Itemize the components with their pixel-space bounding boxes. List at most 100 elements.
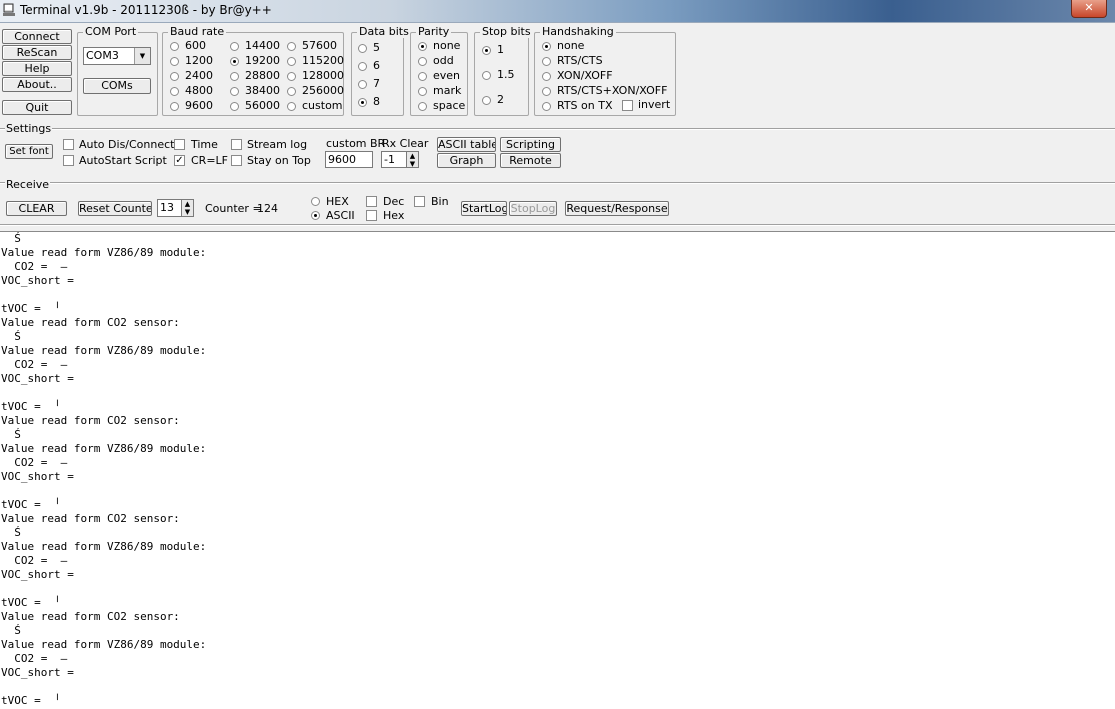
terminal-line: Value read form VZ86/89 module: [1, 442, 207, 455]
set-font-button[interactable]: Set font [5, 144, 53, 159]
baud-rate-radio-9600[interactable] [170, 102, 179, 111]
baud-rate-label-38400: 38400 [245, 84, 280, 97]
hex-radio[interactable] [311, 197, 320, 206]
baud-rate-label-2400: 2400 [185, 69, 213, 82]
terminal-line: VOC_short = [1, 372, 74, 385]
data-bits-label-8: 8 [373, 95, 380, 108]
parity-radio-mark[interactable] [418, 87, 427, 96]
baud-rate-radio-1200[interactable] [170, 57, 179, 66]
com-port-select[interactable]: COM3 ▼ [83, 47, 151, 65]
handshaking-radio-xon-xoff[interactable] [542, 72, 551, 81]
terminal-line: VOC_short = [1, 568, 74, 581]
stream-log-checkbox[interactable] [231, 139, 242, 150]
counter-spinner[interactable]: ▲ ▼ [181, 199, 194, 217]
baud-rate-radio-2400[interactable] [170, 72, 179, 81]
baud-rate-radio-38400[interactable] [230, 87, 239, 96]
baud-rate-radio-14400[interactable] [230, 42, 239, 51]
baud-rate-radio-4800[interactable] [170, 87, 179, 96]
ascii-table-button[interactable]: ASCII table [437, 137, 496, 152]
parity-radio-space[interactable] [418, 102, 427, 111]
spin-down-icon[interactable]: ▼ [182, 208, 193, 216]
stop-bits-radio-1[interactable] [482, 46, 491, 55]
spin-down-icon[interactable]: ▼ [407, 160, 418, 168]
request-response-button[interactable]: Request/Response [565, 201, 669, 216]
handshaking-radio-rts-cts-xon-xoff[interactable] [542, 87, 551, 96]
start-log-button[interactable]: StartLog [461, 201, 507, 216]
stay-on-top-checkbox[interactable] [231, 155, 242, 166]
time-checkbox[interactable] [174, 139, 185, 150]
baud-rate-radio-custom[interactable] [287, 102, 296, 111]
baud-rate-title: Baud rate [168, 25, 227, 38]
parity-radio-none[interactable] [418, 42, 427, 51]
receive-bottom-divider [0, 224, 1115, 226]
parity-label-space: space [433, 99, 466, 112]
title-bar[interactable]: Terminal v1.9b - 20111230ß - by Br@y++ ✕ [0, 0, 1115, 23]
rescan-button[interactable]: ReScan [2, 45, 72, 60]
stop-bits-radio-1-5[interactable] [482, 71, 491, 80]
handshaking-radio-rts-on-tx[interactable] [542, 102, 551, 111]
remote-button[interactable]: Remote [500, 153, 561, 168]
parity-label-none: none [433, 39, 461, 52]
chevron-down-icon[interactable]: ▼ [134, 48, 150, 64]
stop-bits-radio-2[interactable] [482, 96, 491, 105]
autostart-script-checkbox[interactable] [63, 155, 74, 166]
coms-button[interactable]: COMs [83, 78, 151, 94]
settings-divider [0, 128, 1115, 130]
baud-rate-radio-600[interactable] [170, 42, 179, 51]
scripting-button[interactable]: Scripting [500, 137, 561, 152]
handshaking-label-rts-on-tx: RTS on TX [557, 99, 613, 112]
hex-checkbox[interactable] [366, 210, 377, 221]
custom-br-input[interactable]: 9600 [325, 151, 373, 168]
terminal-line: Ś [1, 526, 21, 539]
dec-checkbox[interactable] [366, 196, 377, 207]
quit-button[interactable]: Quit [2, 100, 72, 115]
baud-rate-radio-57600[interactable] [287, 42, 296, 51]
rx-clear-spinner[interactable]: ▲ ▼ [406, 151, 419, 168]
parity-radio-odd[interactable] [418, 57, 427, 66]
data-bits-title: Data bits [357, 25, 411, 38]
parity-group: Parity none odd even mark space [410, 25, 468, 116]
clear-button[interactable]: CLEAR [6, 201, 67, 216]
graph-button[interactable]: Graph [437, 153, 496, 168]
spin-up-icon[interactable]: ▲ [182, 200, 193, 208]
handshaking-label-xon-xoff: XON/XOFF [557, 69, 613, 82]
bin-checkbox[interactable] [414, 196, 425, 207]
baud-rate-label-57600: 57600 [302, 39, 337, 52]
cr-lf-label: CR=LF [191, 154, 228, 167]
com-port-group: COM Port COM3 ▼ COMs [77, 25, 158, 116]
handshaking-radio-none[interactable] [542, 42, 551, 51]
handshaking-title: Handshaking [540, 25, 616, 38]
baud-rate-radio-56000[interactable] [230, 102, 239, 111]
baud-rate-radio-28800[interactable] [230, 72, 239, 81]
data-bits-radio-5[interactable] [358, 44, 367, 53]
receive-terminal[interactable]: Ś Value read form VZ86/89 module: CO2 = –… [0, 231, 1115, 709]
data-bits-radio-6[interactable] [358, 62, 367, 71]
reset-counter-button[interactable]: Reset Counter [78, 201, 152, 216]
stop-log-button[interactable]: StopLog [509, 201, 557, 216]
baud-rate-radio-115200[interactable] [287, 57, 296, 66]
data-bits-radio-7[interactable] [358, 80, 367, 89]
baud-rate-radio-128000[interactable] [287, 72, 296, 81]
rx-clear-input[interactable]: -1 [381, 151, 408, 168]
close-window-button[interactable]: ✕ [1071, 0, 1107, 18]
data-bits-radio-8[interactable] [358, 98, 367, 107]
terminal-line: Value read form VZ86/89 module: [1, 246, 207, 259]
counter-spin-input[interactable]: 13 [157, 199, 183, 217]
stop-bits-title: Stop bits [480, 25, 533, 38]
terminal-line: CO2 = – [1, 652, 68, 665]
about-button[interactable]: About.. [2, 77, 72, 92]
cr-lf-checkbox[interactable]: ✓ [174, 155, 185, 166]
handshaking-radio-rts-cts[interactable] [542, 57, 551, 66]
auto-dis-connect-checkbox[interactable] [63, 139, 74, 150]
connect-button[interactable]: Connect [2, 29, 72, 44]
invert-checkbox[interactable] [622, 100, 633, 111]
baud-rate-radio-256000[interactable] [287, 87, 296, 96]
ascii-radio[interactable] [311, 211, 320, 220]
terminal-line: tVOC = ╵ [1, 498, 61, 511]
spin-up-icon[interactable]: ▲ [407, 152, 418, 160]
parity-radio-even[interactable] [418, 72, 427, 81]
help-button[interactable]: Help [2, 61, 72, 76]
baud-rate-radio-19200[interactable] [230, 57, 239, 66]
